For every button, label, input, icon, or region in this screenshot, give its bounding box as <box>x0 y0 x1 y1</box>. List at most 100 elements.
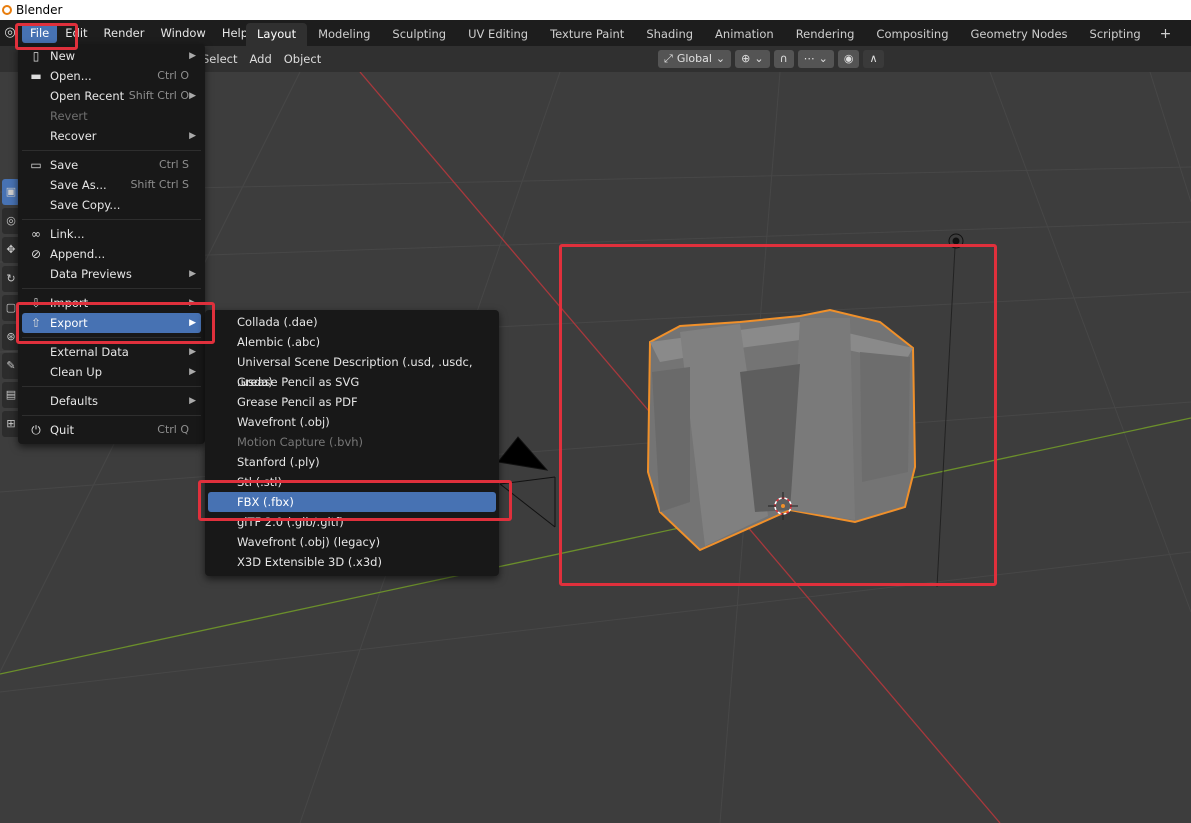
export-stl[interactable]: Stl (.stl) <box>208 472 496 492</box>
file-menu-external-data[interactable]: External Data ▶ <box>22 342 201 362</box>
submenu-arrow-icon: ▶ <box>189 131 196 141</box>
tab-modeling[interactable]: Modeling <box>307 23 381 46</box>
transform-controls: ⤢ Global ⌄ ⊕ ⌄ ∩ ⋯ ⌄ ◉ ∧ <box>658 50 884 68</box>
file-menu-save-as[interactable]: Save As... Shift Ctrl S <box>22 175 201 195</box>
y-axis-line <box>0 417 1191 675</box>
file-menu-open[interactable]: ▬ Open... Ctrl O <box>22 66 201 86</box>
viewport-menu-object[interactable]: Object <box>278 51 327 67</box>
export-wavefront-obj-legacy[interactable]: Wavefront (.obj) (legacy) <box>208 532 496 552</box>
tab-layout[interactable]: Layout <box>246 23 308 46</box>
light-icon[interactable] <box>948 233 964 249</box>
transform-icon: ⊛ <box>6 330 16 343</box>
viewport-menu-add[interactable]: Add <box>243 51 277 67</box>
file-menu-clean-up[interactable]: Clean Up ▶ <box>22 362 201 382</box>
add-cube-icon: ⊞ <box>6 417 16 430</box>
export-grease-pencil-pdf[interactable]: Grease Pencil as PDF <box>208 392 496 412</box>
menu-file[interactable]: File <box>22 23 58 43</box>
proportional-edit-toggle[interactable]: ◉ <box>837 50 860 68</box>
save-icon: ▭ <box>30 158 42 172</box>
menu-separator <box>22 386 201 387</box>
link-icon: ∞ <box>31 227 41 241</box>
menu-render[interactable]: Render <box>96 23 153 43</box>
append-icon: ⊘ <box>30 247 42 261</box>
add-workspace-button[interactable]: + <box>1152 23 1180 46</box>
window-title: Blender <box>16 3 63 17</box>
submenu-arrow-icon: ▶ <box>189 367 196 377</box>
file-menu-export[interactable]: ⇧ Export ▶ <box>22 313 201 333</box>
file-menu-new[interactable]: ▯ New ▶ <box>22 46 201 66</box>
menu-separator <box>22 219 201 220</box>
file-menu-defaults[interactable]: Defaults ▶ <box>22 391 201 411</box>
menu-separator <box>22 288 201 289</box>
file-menu-revert: Revert <box>50 109 88 123</box>
snap-toggle[interactable]: ∩ <box>773 50 794 68</box>
export-stanford-ply[interactable]: Stanford (.ply) <box>208 452 496 472</box>
export-motion-capture: Motion Capture (.bvh) <box>237 435 364 449</box>
submenu-arrow-icon: ▶ <box>189 51 196 61</box>
top-menu-bar: ◎ File Edit Render Window Help Layout Mo… <box>0 20 1191 46</box>
export-x3d[interactable]: X3D Extensible 3D (.x3d) <box>208 552 496 572</box>
cursor-icon: ◎ <box>6 214 16 227</box>
submenu-arrow-icon: ▶ <box>189 269 196 279</box>
tab-rendering[interactable]: Rendering <box>785 23 866 46</box>
folder-icon: ▬ <box>30 69 42 83</box>
file-menu: ▯ New ▶ ▬ Open... Ctrl O Open Recent Shi… <box>18 44 205 444</box>
submenu-arrow-icon: ▶ <box>189 396 196 406</box>
quit-icon: ⏻ <box>31 423 41 437</box>
file-menu-save-copy[interactable]: Save Copy... <box>22 195 201 215</box>
submenu-arrow-icon: ▶ <box>189 298 196 308</box>
proportional-edit-icon: ◉ <box>843 52 854 65</box>
menu-separator <box>22 415 201 416</box>
blender-menu-icon[interactable]: ◎ <box>2 25 18 41</box>
tab-animation[interactable]: Animation <box>704 23 785 46</box>
tab-compositing[interactable]: Compositing <box>865 23 959 46</box>
file-menu-save[interactable]: ▭ Save Ctrl S <box>22 155 201 175</box>
file-menu-recover[interactable]: Recover ▶ <box>22 126 201 146</box>
chevron-down-icon: ⌄ <box>754 52 764 65</box>
light-line <box>936 246 956 588</box>
viewport-menus: Select Add Object <box>196 51 327 67</box>
file-menu-open-recent[interactable]: Open Recent Shift Ctrl O ▶ <box>22 86 201 106</box>
menu-edit[interactable]: Edit <box>57 23 95 43</box>
export-alembic[interactable]: Alembic (.abc) <box>208 332 496 352</box>
menu-separator <box>22 337 201 338</box>
export-grease-pencil-svg[interactable]: Grease Pencil as SVG <box>208 372 496 392</box>
file-menu-append[interactable]: ⊘ Append... <box>22 244 201 264</box>
chevron-down-icon: ⌄ <box>715 52 726 65</box>
snap-target-dropdown[interactable]: ⋯ ⌄ <box>797 50 834 68</box>
falloff-dropdown[interactable]: ∧ <box>863 50 884 68</box>
orientation-value: Global <box>676 52 712 65</box>
select-box-icon: ▣ <box>5 185 17 198</box>
tab-sculpting[interactable]: Sculpting <box>381 23 457 46</box>
workspace-tabs: Layout Modeling Sculpting UV Editing Tex… <box>246 23 1179 46</box>
file-menu-link[interactable]: ∞ Link... <box>22 224 201 244</box>
move-icon: ✥ <box>6 243 16 256</box>
ruler-icon: ▤ <box>5 388 17 401</box>
blender-logo-icon <box>2 5 12 15</box>
import-icon: ⇩ <box>30 296 42 310</box>
pivot-icon: ⊕ <box>741 52 751 65</box>
export-gltf[interactable]: glTF 2.0 (.glb/.gltf) <box>208 512 496 532</box>
export-usd[interactable]: Universal Scene Description (.usd, .usdc… <box>208 352 496 389</box>
tab-shading[interactable]: Shading <box>635 23 704 46</box>
file-menu-quit[interactable]: ⏻ Quit Ctrl Q <box>22 420 201 440</box>
tab-texture-paint[interactable]: Texture Paint <box>539 23 635 46</box>
orientation-dropdown[interactable]: ⤢ Global ⌄ <box>658 50 732 68</box>
pencil-icon: ✎ <box>6 359 16 372</box>
export-submenu: Collada (.dae) Alembic (.abc) Universal … <box>205 310 499 576</box>
file-menu-data-previews[interactable]: Data Previews ▶ <box>22 264 201 284</box>
pivot-dropdown[interactable]: ⊕ ⌄ <box>735 50 770 68</box>
export-collada[interactable]: Collada (.dae) <box>208 312 496 332</box>
tab-scripting[interactable]: Scripting <box>1079 23 1152 46</box>
tab-uv-editing[interactable]: UV Editing <box>457 23 539 46</box>
file-menu-import[interactable]: ⇩ Import ▶ <box>22 293 201 313</box>
export-wavefront-obj[interactable]: Wavefront (.obj) <box>208 412 496 432</box>
new-file-icon: ▯ <box>32 49 40 63</box>
chevron-down-icon: ⌄ <box>818 52 828 65</box>
orientation-icon: ⤢ <box>664 52 673 65</box>
tab-geometry-nodes[interactable]: Geometry Nodes <box>960 23 1079 46</box>
menu-window[interactable]: Window <box>152 23 213 43</box>
export-fbx[interactable]: FBX (.fbx) <box>208 492 496 512</box>
submenu-arrow-icon: ▶ <box>189 347 196 357</box>
export-icon: ⇧ <box>30 316 42 330</box>
